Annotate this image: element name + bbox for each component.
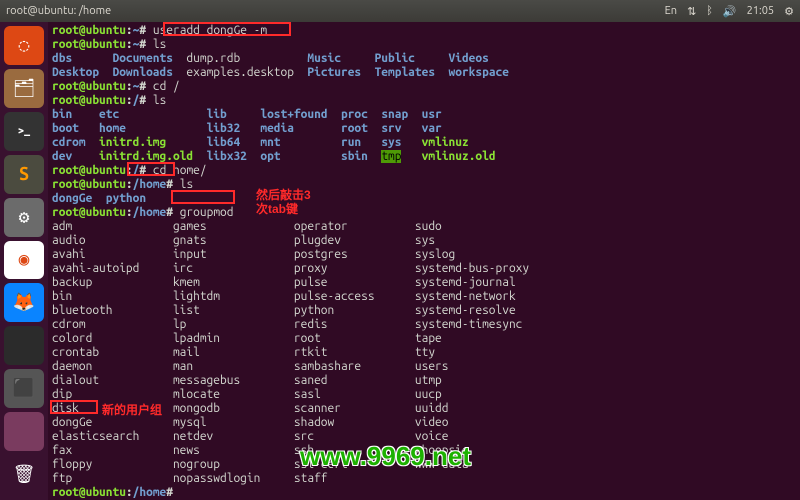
terminal-line: avahi-autoipd irc proxy systemd-bus-prox…	[52, 262, 796, 276]
terminal-line: bin etc lib lost+found proc snap usr	[52, 108, 796, 122]
terminal-line: root@ubuntu:~# useradd dongGe -m	[52, 24, 796, 38]
indicator-area: En ⇅ ᛒ 🔊 21:05 ⚙	[665, 5, 794, 18]
terminal-line: adm games operator sudo	[52, 220, 796, 234]
terminal-line: avahi input postgres syslog	[52, 248, 796, 262]
terminal-line: root@ubuntu:~# ls	[52, 38, 796, 52]
terminal-line: disk mongodb scanner uuidd	[52, 402, 796, 416]
terminal-line: root@ubuntu:/home#	[52, 486, 796, 500]
terminal-line: boot home lib32 media root srv var	[52, 122, 796, 136]
clock[interactable]: 21:05	[747, 5, 775, 17]
launcher-software[interactable]: ⬛	[4, 369, 44, 408]
unity-launcher: ◌ 🗂 >_ S ⚙ ◉🦊 ⬛ 🗑	[0, 22, 48, 500]
terminal-line: floppy nogroup ssl-cert www-data	[52, 458, 796, 472]
launcher-files[interactable]: 🗂	[4, 69, 44, 108]
launcher-firefox[interactable]: 🦊	[4, 283, 44, 322]
terminal-line: audio gnats plugdev sys	[52, 234, 796, 248]
terminal-line: dev initrd.img.old libx32 opt sbin tmp v…	[52, 150, 796, 164]
session-icon[interactable]: ⚙	[784, 5, 794, 18]
terminal-line: root@ubuntu:/# cd home/	[52, 164, 796, 178]
terminal-line: dialout messagebus saned utmp	[52, 374, 796, 388]
terminal-line: elasticsearch netdev src voice	[52, 430, 796, 444]
launcher-blank1[interactable]	[4, 326, 44, 365]
terminal-line: dbs Documents dump.rdb Music Public Vide…	[52, 52, 796, 66]
terminal-line: root@ubuntu:/home# ls	[52, 178, 796, 192]
lang-indicator[interactable]: En	[665, 5, 677, 17]
terminal-line: dongGe python	[52, 192, 796, 206]
terminal[interactable]: root@ubuntu:~# useradd dongGe -mroot@ubu…	[48, 22, 800, 500]
launcher-terminal[interactable]: >_	[4, 112, 44, 151]
launcher-trash[interactable]: 🗑	[4, 455, 44, 494]
launcher-chrome[interactable]: ◉	[4, 241, 44, 280]
bluetooth-icon[interactable]: ᛒ	[706, 5, 713, 17]
terminal-line: dongGe mysql shadow video	[52, 416, 796, 430]
terminal-line: root@ubuntu:~# cd /	[52, 80, 796, 94]
terminal-line: daemon man sambashare users	[52, 360, 796, 374]
window-title: root@ubuntu: /home	[6, 5, 665, 17]
terminal-line: colord lpadmin root tape	[52, 332, 796, 346]
terminal-line: cdrom initrd.img lib64 mnt run sys vmlin…	[52, 136, 796, 150]
terminal-line: bluetooth list python systemd-resolve	[52, 304, 796, 318]
terminal-line: root@ubuntu:/# ls	[52, 94, 796, 108]
launcher-blank2[interactable]	[4, 412, 44, 451]
terminal-line: backup kmem pulse systemd-journal	[52, 276, 796, 290]
top-menu-bar: root@ubuntu: /home En ⇅ ᛒ 🔊 21:05 ⚙	[0, 0, 800, 22]
terminal-line: root@ubuntu:/home# groupmod	[52, 206, 796, 220]
terminal-line: dip mlocate sasl uucp	[52, 388, 796, 402]
terminal-line: bin lightdm pulse-access systemd-network	[52, 290, 796, 304]
launcher-sublime[interactable]: S	[4, 155, 44, 194]
launcher-ubuntu-dash[interactable]: ◌	[4, 26, 44, 65]
launcher-settings[interactable]: ⚙	[4, 198, 44, 237]
terminal-line: fax news ssh whoopsie	[52, 444, 796, 458]
terminal-line: Desktop Downloads examples.desktop Pictu…	[52, 66, 796, 80]
volume-icon[interactable]: 🔊	[723, 5, 737, 18]
terminal-line: ftp nopasswdlogin staff	[52, 472, 796, 486]
network-icon[interactable]: ⇅	[687, 5, 696, 18]
terminal-line: cdrom lp redis systemd-timesync	[52, 318, 796, 332]
terminal-line: crontab mail rtkit tty	[52, 346, 796, 360]
